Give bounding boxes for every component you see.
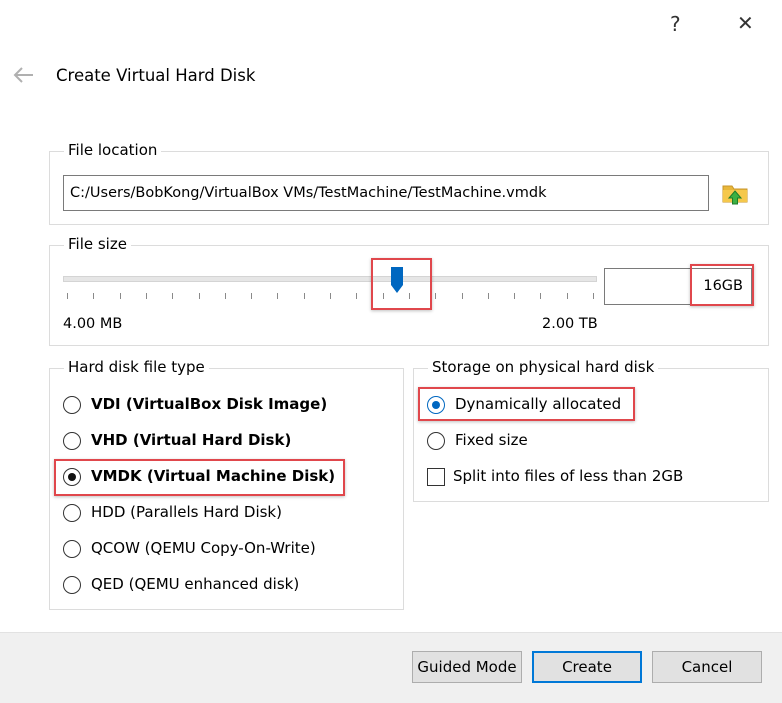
- slider-tick: [145, 293, 147, 299]
- close-button[interactable]: ✕: [737, 13, 754, 33]
- radio-vdi[interactable]: [63, 396, 81, 414]
- slider-tick: [198, 293, 200, 299]
- slider-tick: [514, 293, 516, 299]
- radio-fixed-size[interactable]: [427, 432, 445, 450]
- radio-vhd[interactable]: [63, 432, 81, 450]
- folder-up-icon[interactable]: [720, 178, 750, 208]
- max-size-label: 2.00 TB: [542, 316, 598, 332]
- help-button[interactable]: ?: [670, 14, 681, 34]
- file-location-label: File location: [64, 141, 162, 159]
- option-vdi-label: VDI (VirtualBox Disk Image): [91, 395, 328, 413]
- slider-tick: [566, 293, 568, 299]
- back-arrow-icon[interactable]: [12, 63, 36, 87]
- create-button[interactable]: Create: [532, 651, 642, 683]
- slider-tick: [356, 293, 358, 299]
- slider-tick: [251, 293, 253, 299]
- radio-qcow[interactable]: [63, 540, 81, 558]
- slider-tick: [330, 293, 331, 299]
- storage-label: Storage on physical hard disk: [428, 358, 659, 376]
- radio-qed[interactable]: [63, 576, 81, 594]
- dynamic-highlight-box: [418, 387, 635, 421]
- split-files-label: Split into files of less than 2GB: [453, 467, 684, 485]
- disk-type-label: Hard disk file type: [64, 358, 209, 376]
- option-hdd-label: HDD (Parallels Hard Disk): [91, 503, 282, 521]
- slider-tick: [67, 293, 68, 299]
- split-files-checkbox[interactable]: [427, 468, 445, 486]
- slider-tick: [303, 293, 305, 299]
- slider-tick: [277, 293, 279, 299]
- size-value-highlight-box: [690, 264, 754, 306]
- slider-highlight-box: [371, 258, 432, 310]
- slider-tick: [540, 293, 542, 299]
- slider-tick: [93, 293, 95, 299]
- slider-tick: [172, 293, 174, 299]
- min-size-label: 4.00 MB: [63, 316, 123, 332]
- file-size-label: File size: [64, 235, 131, 253]
- radio-hdd[interactable]: [63, 504, 81, 522]
- guided-mode-button[interactable]: Guided Mode: [412, 651, 522, 683]
- fixed-size-label: Fixed size: [455, 431, 528, 449]
- cancel-button[interactable]: Cancel: [652, 651, 762, 683]
- slider-tick: [224, 293, 226, 299]
- option-qcow-label: QCOW (QEMU Copy-On-Write): [91, 539, 316, 557]
- slider-tick: [461, 293, 463, 299]
- slider-tick: [435, 293, 437, 299]
- slider-tick: [487, 293, 489, 299]
- vmdk-highlight-box: [54, 459, 345, 496]
- slider-tick: [593, 293, 594, 299]
- dialog-title: Create Virtual Hard Disk: [56, 66, 256, 85]
- size-slider-track[interactable]: [63, 276, 597, 282]
- file-path-input[interactable]: C:/Users/BobKong/VirtualBox VMs/TestMach…: [63, 175, 709, 211]
- slider-tick: [119, 293, 121, 299]
- option-qed-label: QED (QEMU enhanced disk): [91, 575, 300, 593]
- option-vhd-label: VHD (Virtual Hard Disk): [91, 431, 292, 449]
